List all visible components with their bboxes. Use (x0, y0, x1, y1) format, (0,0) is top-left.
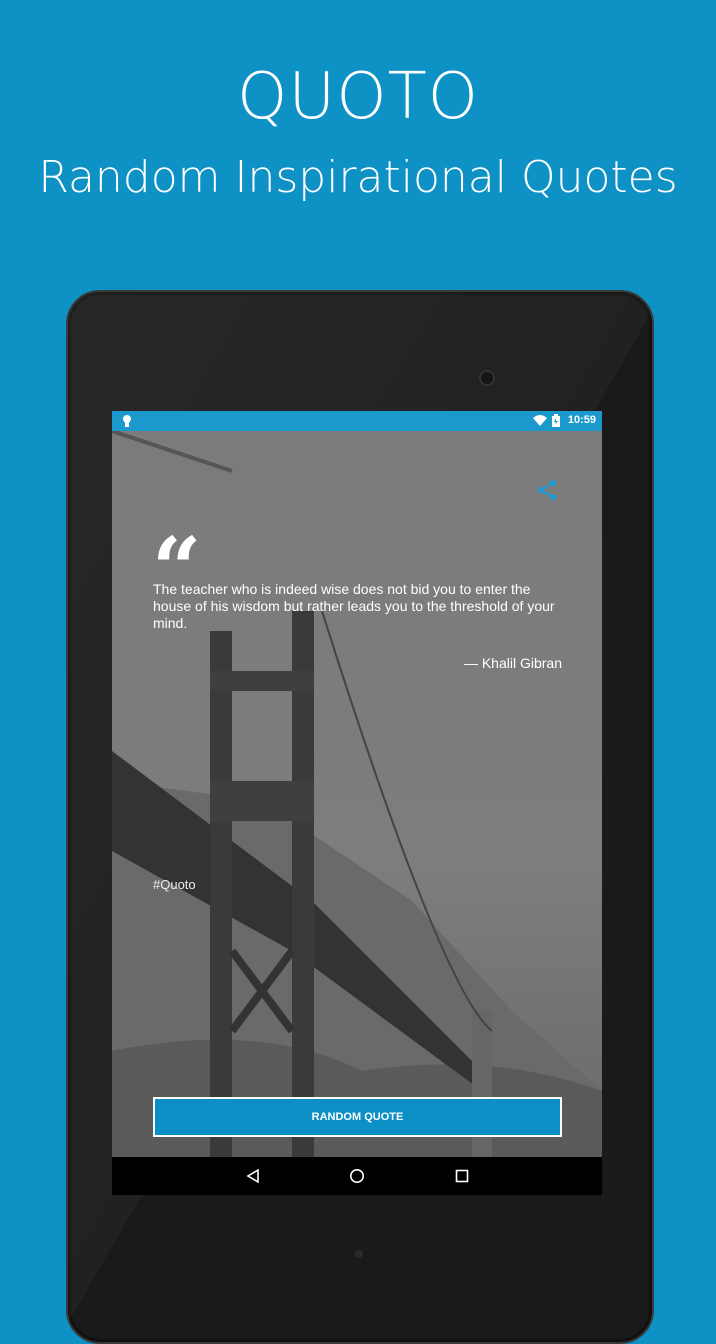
status-bar: 10:59 (112, 411, 602, 431)
camera-icon (479, 370, 495, 386)
status-time: 10:59 (567, 414, 596, 426)
random-quote-button[interactable]: RANDOM QUOTE (153, 1097, 562, 1137)
share-icon[interactable] (536, 479, 558, 501)
recents-icon[interactable] (454, 1168, 470, 1184)
quote-author: — Khalil Gibran (463, 655, 562, 671)
sensor-dot (355, 1250, 363, 1258)
device-screen: 10:59 “ The teacher who is indeed wise d… (112, 411, 602, 1195)
android-icon (123, 415, 131, 427)
navigation-bar (112, 1157, 602, 1195)
hashtag-label: #Quoto (153, 877, 196, 892)
back-icon[interactable] (245, 1168, 261, 1184)
quote-text: The teacher who is indeed wise does not … (153, 581, 555, 631)
wifi-icon (533, 415, 547, 426)
battery-icon (552, 414, 560, 427)
quote-card: “ The teacher who is indeed wise does no… (112, 431, 602, 1157)
home-icon[interactable] (349, 1168, 365, 1184)
promo-subtitle: Random Inspirational Quotes (38, 152, 678, 203)
promo-title: QUOTO (236, 60, 480, 134)
